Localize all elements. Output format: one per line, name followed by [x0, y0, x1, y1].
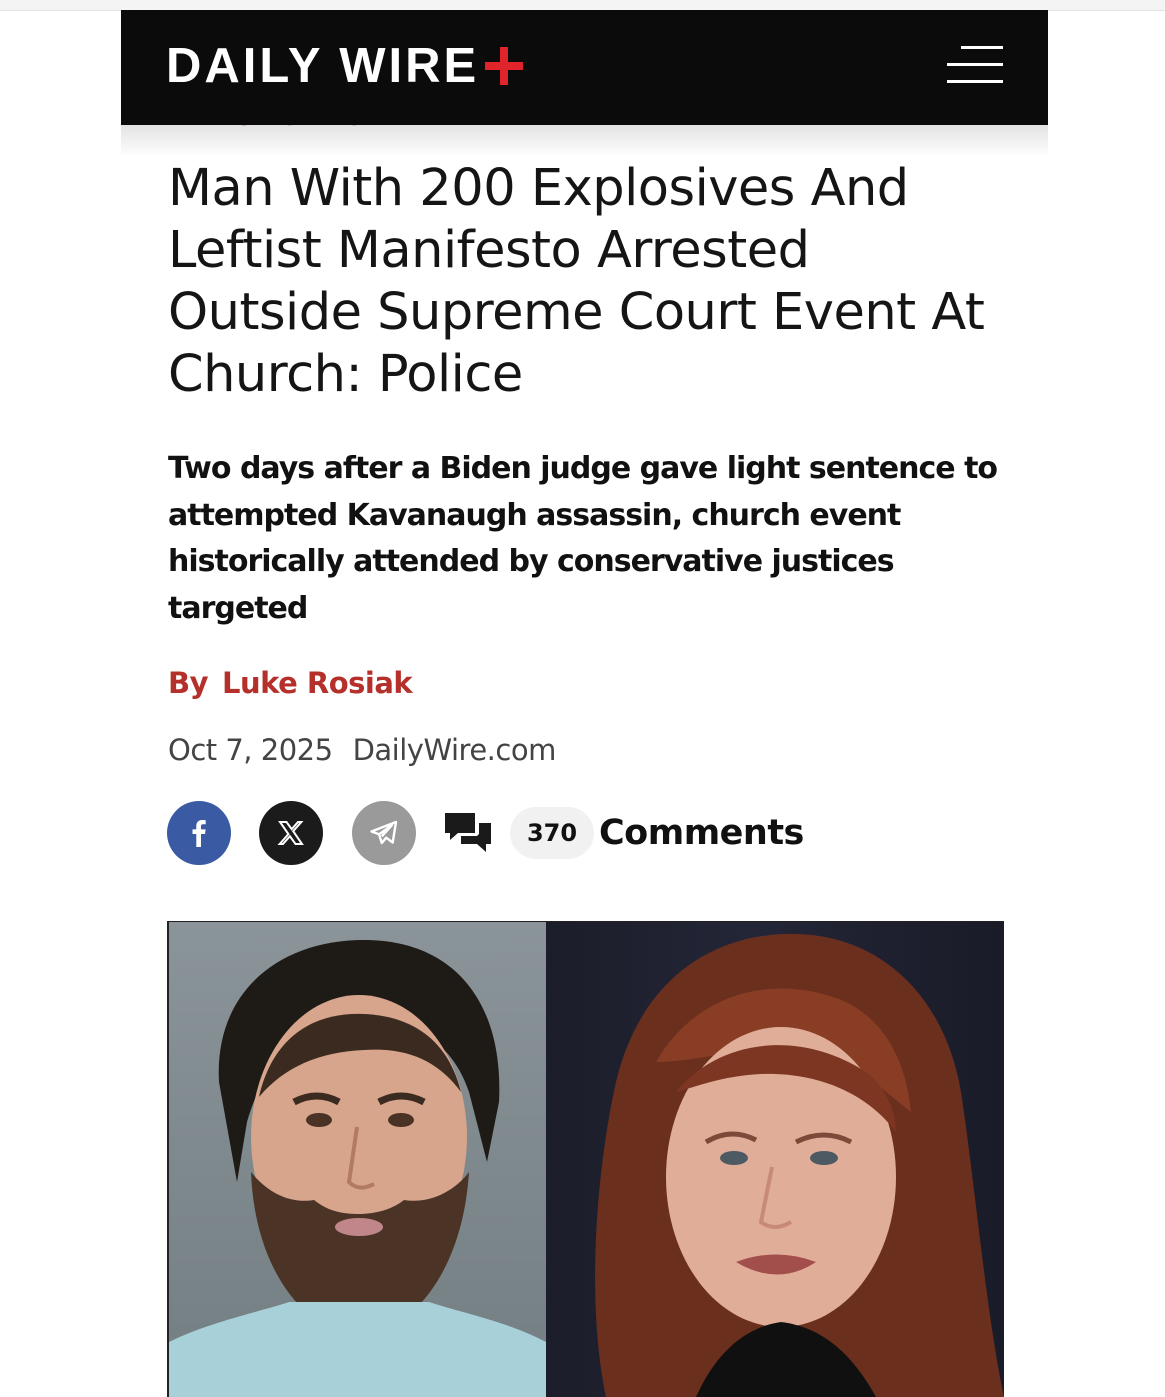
- article-meta: Oct 7, 2025 DailyWire.com: [168, 733, 556, 767]
- justice-photo: [546, 922, 1004, 1397]
- publish-date: Oct 7, 2025: [168, 733, 333, 767]
- daily-wire-logo[interactable]: DAILY WIRE: [166, 36, 524, 96]
- menu-line: [961, 46, 1003, 49]
- hero-image: [167, 921, 1004, 1397]
- facebook-share-button[interactable]: [167, 801, 231, 865]
- article-subheadline: Two days after a Biden judge gave light …: [168, 451, 998, 626]
- telegram-icon: [370, 820, 398, 845]
- author-link[interactable]: Luke Rosiak: [222, 666, 413, 700]
- byline-prefix: By: [168, 666, 209, 700]
- x-icon: [277, 821, 304, 845]
- share-bar: 370 Comments: [167, 801, 997, 867]
- plus-icon: [485, 47, 524, 85]
- justice-illustration: [595, 933, 1004, 1397]
- comment-count-badge[interactable]: 370: [510, 807, 594, 859]
- hamburger-menu-icon[interactable]: [947, 46, 1003, 84]
- menu-line: [947, 80, 1003, 83]
- source-label: DailyWire.com: [352, 733, 557, 767]
- article-headline: Man With 200 Explosives And Leftist Mani…: [168, 159, 985, 404]
- x-share-button[interactable]: [259, 801, 323, 865]
- telegram-share-button[interactable]: [352, 801, 416, 865]
- comments-icon[interactable]: [443, 809, 493, 859]
- mugshot-illustration: [169, 940, 546, 1397]
- facebook-icon: [192, 820, 206, 847]
- byline: By Luke Rosiak: [168, 666, 413, 706]
- mugshot-photo: [169, 922, 546, 1397]
- menu-line: [947, 63, 1003, 66]
- logo-text: DAILY WIRE: [166, 39, 480, 93]
- header-shadow: [121, 125, 1048, 157]
- site-header: DAILY WIRE: [121, 10, 1048, 125]
- comments-link[interactable]: Comments: [599, 809, 804, 857]
